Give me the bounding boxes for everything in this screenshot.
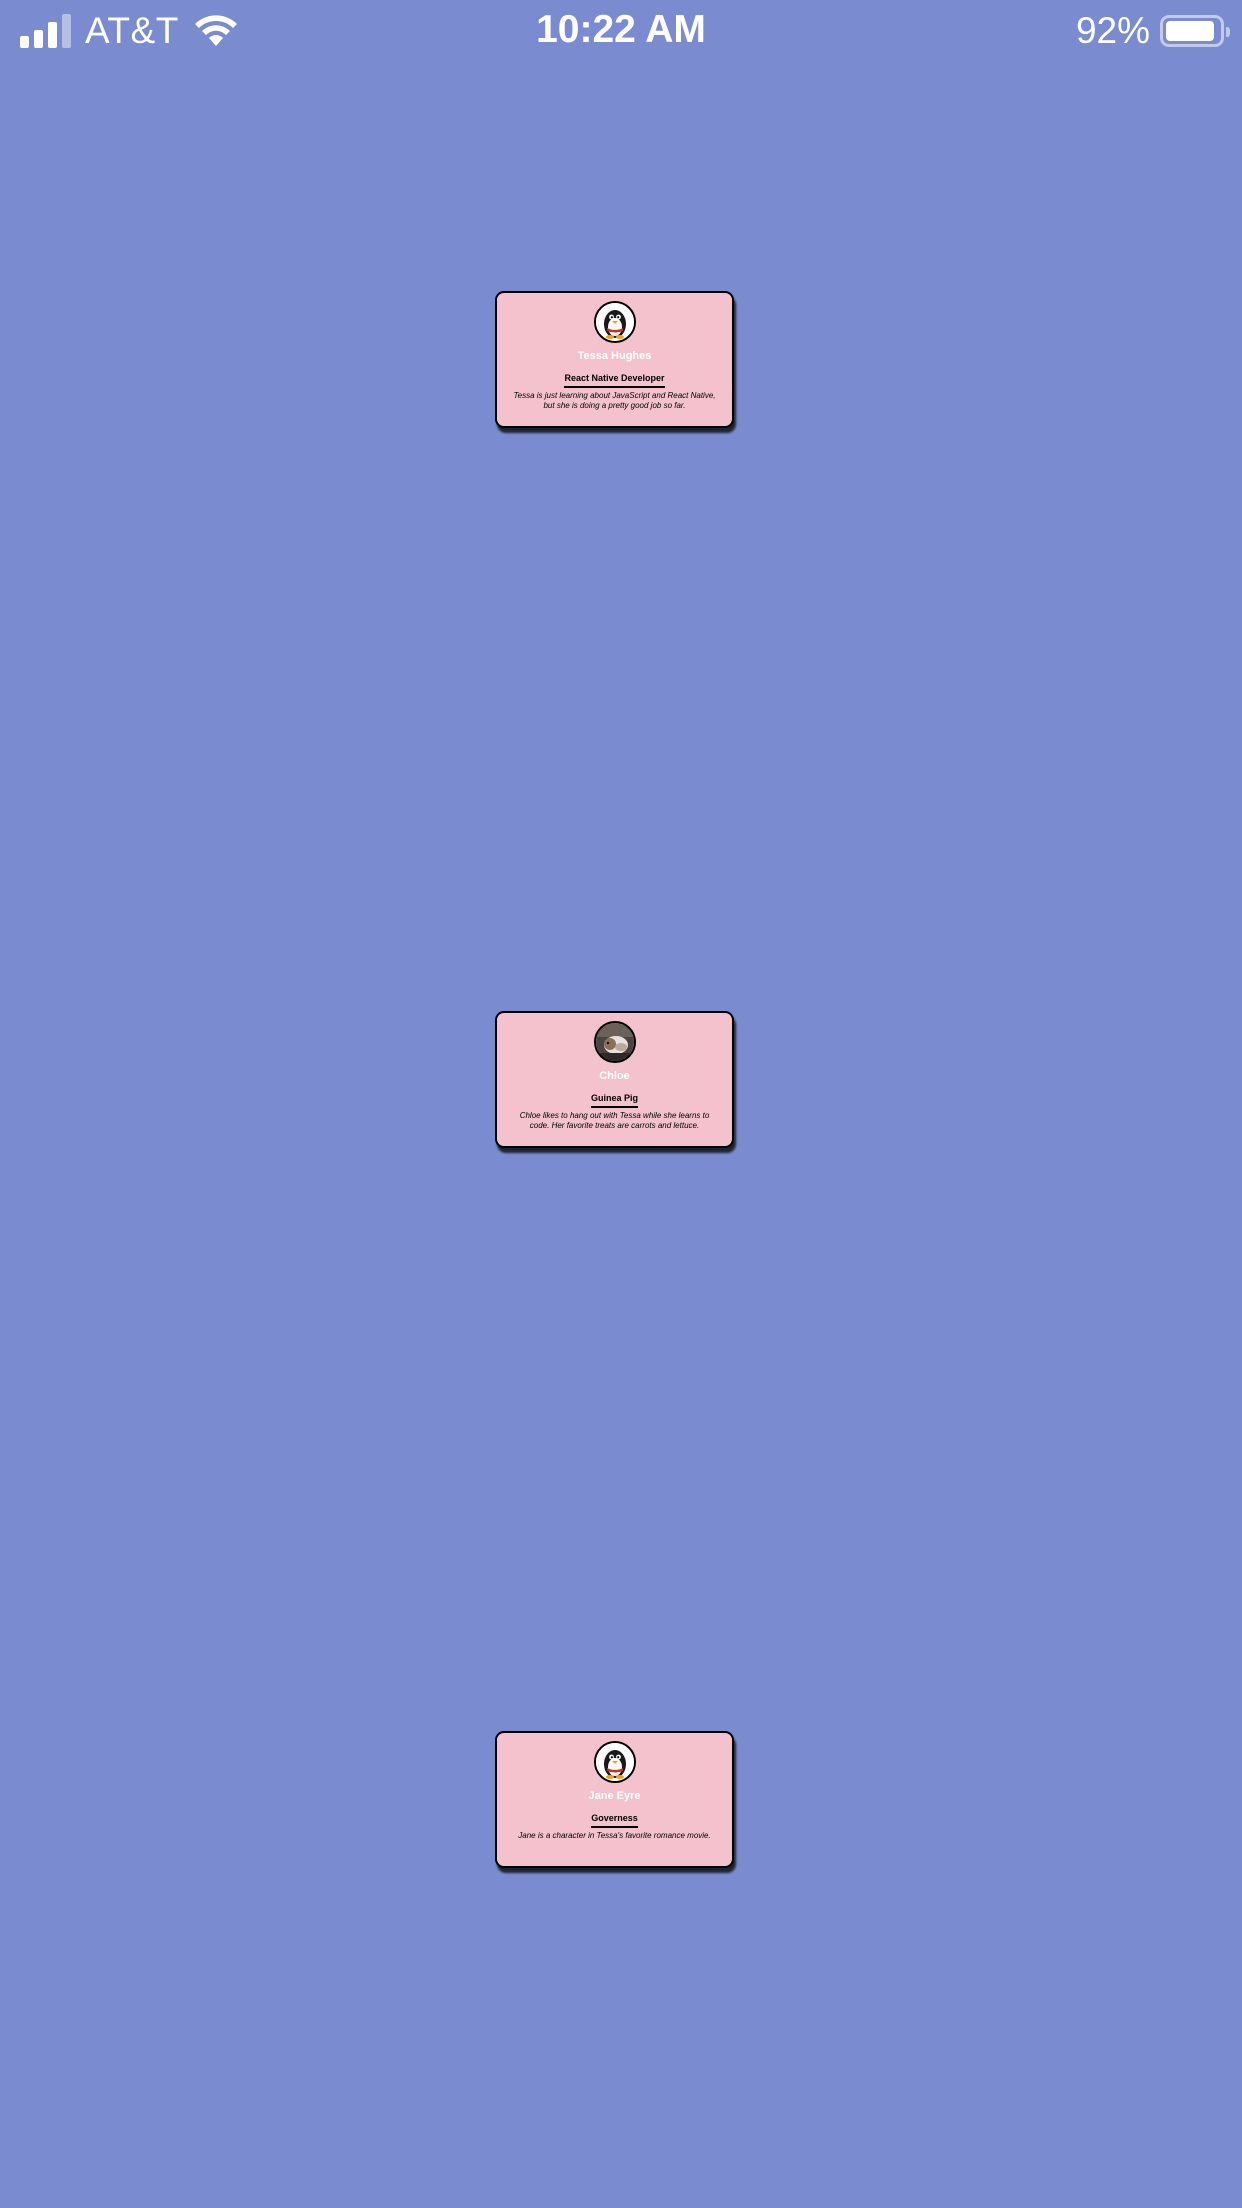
- card-name: Tessa Hughes: [577, 350, 652, 362]
- penguin-avatar-icon: [593, 301, 636, 343]
- card-name: Jane Eyre: [588, 1790, 641, 1802]
- battery-percentage: 92%: [1075, 10, 1150, 51]
- profile-card: Tessa Hughes React Native Developer Tess…: [495, 291, 734, 428]
- card-description: Jane is a character in Tessa's favorite …: [518, 1831, 711, 1840]
- status-time: 10:22 AM: [536, 8, 706, 51]
- card-title: React Native Developer: [564, 373, 665, 388]
- battery-icon: [1160, 15, 1230, 47]
- card-description: Tessa is just learning about JavaScript …: [513, 391, 716, 410]
- status-bar: AT&T 10:22 AM 92%: [0, 0, 1242, 60]
- penguin-avatar-icon: [593, 1741, 636, 1783]
- status-right: 92%: [1075, 10, 1230, 52]
- card-name: Chloe: [599, 1070, 630, 1082]
- card-description: Chloe likes to hang out with Tessa while…: [519, 1111, 710, 1130]
- card-title: Governess: [591, 1813, 638, 1828]
- profile-card: Chloe Guinea Pig Chloe likes to hang out…: [495, 1011, 734, 1148]
- card-title: Guinea Pig: [590, 1093, 638, 1108]
- profile-card: Jane Eyre Governess Jane is a character …: [495, 1731, 734, 1868]
- guinea-pig-photo-icon: [593, 1021, 636, 1063]
